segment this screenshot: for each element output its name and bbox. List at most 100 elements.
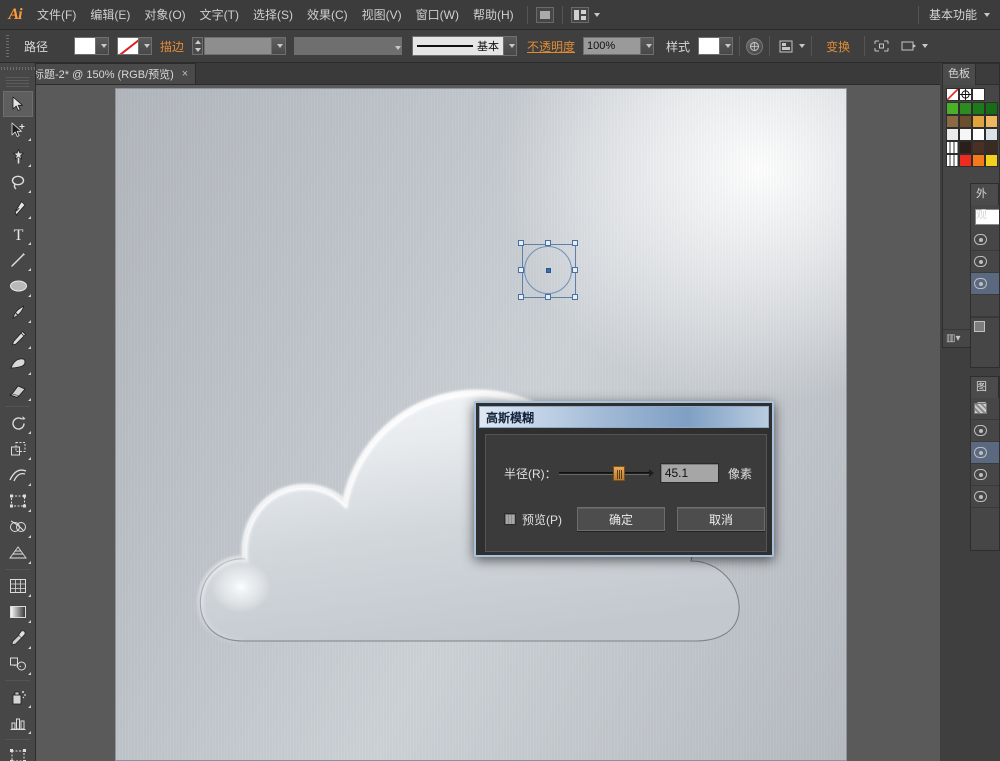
none-swatch-icon[interactable] <box>946 88 959 101</box>
swatch-grid[interactable] <box>946 102 998 167</box>
menu-edit[interactable]: 编辑(E) <box>83 0 137 30</box>
selection-handle-se[interactable] <box>572 294 578 300</box>
selection-handle-sw[interactable] <box>518 294 524 300</box>
layer-row-4[interactable] <box>971 486 999 508</box>
workspace-switcher[interactable]: 基本功能 <box>925 6 981 23</box>
swatch-cell[interactable] <box>972 102 985 115</box>
opacity-label[interactable]: 不透明度 <box>527 38 575 55</box>
visibility-eye-icon[interactable] <box>974 278 987 289</box>
lasso-tool[interactable] <box>3 169 33 195</box>
blob-brush-tool[interactable] <box>3 351 33 377</box>
menu-window[interactable]: 窗口(W) <box>409 0 466 30</box>
swatch-cell[interactable] <box>985 115 998 128</box>
circle-selection[interactable] <box>518 240 578 300</box>
appearance-row-stroke[interactable] <box>971 251 999 273</box>
stroke-profile-combo[interactable] <box>294 37 403 55</box>
opacity-input[interactable]: 100% <box>583 37 642 55</box>
swatch-cell[interactable] <box>946 141 959 154</box>
tools-panel-grip[interactable] <box>0 63 35 77</box>
swatch-cell[interactable] <box>959 128 972 141</box>
perspective-grid-tool[interactable] <box>3 540 33 566</box>
visibility-eye-icon[interactable] <box>974 234 987 245</box>
brush-definition-combo[interactable]: 基本 <box>412 36 505 56</box>
menu-view[interactable]: 视图(V) <box>355 0 409 30</box>
magic-wand-tool[interactable] <box>3 143 33 169</box>
swatch-cell[interactable] <box>959 115 972 128</box>
arrange-documents-button[interactable] <box>569 6 600 23</box>
swatch-cell[interactable] <box>959 154 972 167</box>
swatch-cell[interactable] <box>985 154 998 167</box>
shape-builder-tool[interactable] <box>3 514 33 540</box>
stroke-weight-combo[interactable] <box>204 37 287 55</box>
bridge-icon[interactable] <box>535 6 554 23</box>
selection-handle-nw[interactable] <box>518 240 524 246</box>
gradient-tool[interactable] <box>3 599 33 625</box>
selection-handle-ne[interactable] <box>572 240 578 246</box>
eraser-tool[interactable] <box>3 377 33 403</box>
fill-swatch[interactable] <box>74 37 97 55</box>
selection-handle-n[interactable] <box>545 240 551 246</box>
opacity-chevron-down-icon[interactable] <box>641 37 655 55</box>
brush-chevron-down-icon[interactable] <box>504 36 518 56</box>
document-tab[interactable]: 未标题-2* @ 150% (RGB/预览) × <box>14 63 197 84</box>
symbol-sprayer-tool[interactable] <box>3 684 33 710</box>
tab-appearance[interactable]: 外观 <box>971 184 999 221</box>
tab-swatches[interactable]: 色板 <box>943 63 976 85</box>
close-icon[interactable]: × <box>182 68 188 80</box>
appearance-row-opacity[interactable] <box>971 295 999 317</box>
stroke-profile-chevron-down-icon[interactable] <box>392 39 402 53</box>
selection-handle-w[interactable] <box>518 267 524 273</box>
graphic-style-swatch[interactable] <box>698 37 721 55</box>
visibility-eye-icon[interactable] <box>974 447 987 458</box>
menu-object[interactable]: 对象(O) <box>137 0 192 30</box>
visibility-eye-icon[interactable] <box>974 256 987 267</box>
fill-dropdown-icon[interactable] <box>96 37 110 55</box>
scale-tool[interactable] <box>3 436 33 462</box>
graphic-style-chevron-down-icon[interactable] <box>720 37 734 55</box>
layer-row-2[interactable] <box>971 442 999 464</box>
blend-tool[interactable] <box>3 651 33 677</box>
mesh-tool[interactable] <box>3 573 33 599</box>
width-tool[interactable] <box>3 462 33 488</box>
layers-panel[interactable]: 图层 <box>970 376 1000 551</box>
transform-label[interactable]: 变换 <box>826 38 850 55</box>
layer-row-1[interactable] <box>971 420 999 442</box>
menu-help[interactable]: 帮助(H) <box>466 0 521 30</box>
swatch-cell[interactable] <box>972 154 985 167</box>
swatch-cell[interactable] <box>972 141 985 154</box>
appearance-panel[interactable]: 外观 <box>970 183 1000 368</box>
stroke-weight-label[interactable]: 描边 <box>160 38 184 55</box>
swatch-cell[interactable] <box>946 154 959 167</box>
swatch-cell[interactable] <box>946 128 959 141</box>
swatch-cell[interactable] <box>985 128 998 141</box>
gaussian-blur-dialog[interactable]: 高斯模糊 半径(R)： 45.1 像素 预览(P) 确定 取消 <box>474 401 774 557</box>
preview-checkbox[interactable] <box>504 513 516 525</box>
panel-menu-icon[interactable]: ▥▾ <box>946 333 960 344</box>
layer-row-3[interactable] <box>971 464 999 486</box>
swatch-cell[interactable] <box>946 115 959 128</box>
radius-slider[interactable] <box>558 465 654 481</box>
selection-tool[interactable] <box>3 91 33 117</box>
artboard-tool[interactable] <box>3 743 33 761</box>
cancel-button[interactable]: 取消 <box>677 507 765 531</box>
swatch-cell[interactable] <box>985 102 998 115</box>
document-setup-button[interactable] <box>899 37 929 55</box>
visibility-eye-icon[interactable] <box>974 491 987 502</box>
rotate-tool[interactable] <box>3 410 33 436</box>
menu-select[interactable]: 选择(S) <box>246 0 300 30</box>
isolate-icon[interactable] <box>871 37 891 55</box>
appearance-row-effect[interactable] <box>971 273 999 295</box>
menu-file[interactable]: 文件(F) <box>30 0 83 30</box>
stroke-weight-stepper[interactable] <box>192 37 204 55</box>
swatch-cell[interactable] <box>972 128 985 141</box>
radius-slider-thumb[interactable] <box>612 465 625 481</box>
line-segment-tool[interactable] <box>3 247 33 273</box>
appearance-row-fill[interactable] <box>971 229 999 251</box>
ok-button[interactable]: 确定 <box>577 507 665 531</box>
pen-tool[interactable] <box>3 195 33 221</box>
recolor-artwork-icon[interactable] <box>746 37 764 55</box>
type-tool[interactable]: T <box>3 221 33 247</box>
visibility-eye-icon[interactable] <box>974 425 987 436</box>
new-art-icon[interactable] <box>974 321 985 332</box>
workspace-chevron-down-icon[interactable] <box>984 12 990 17</box>
